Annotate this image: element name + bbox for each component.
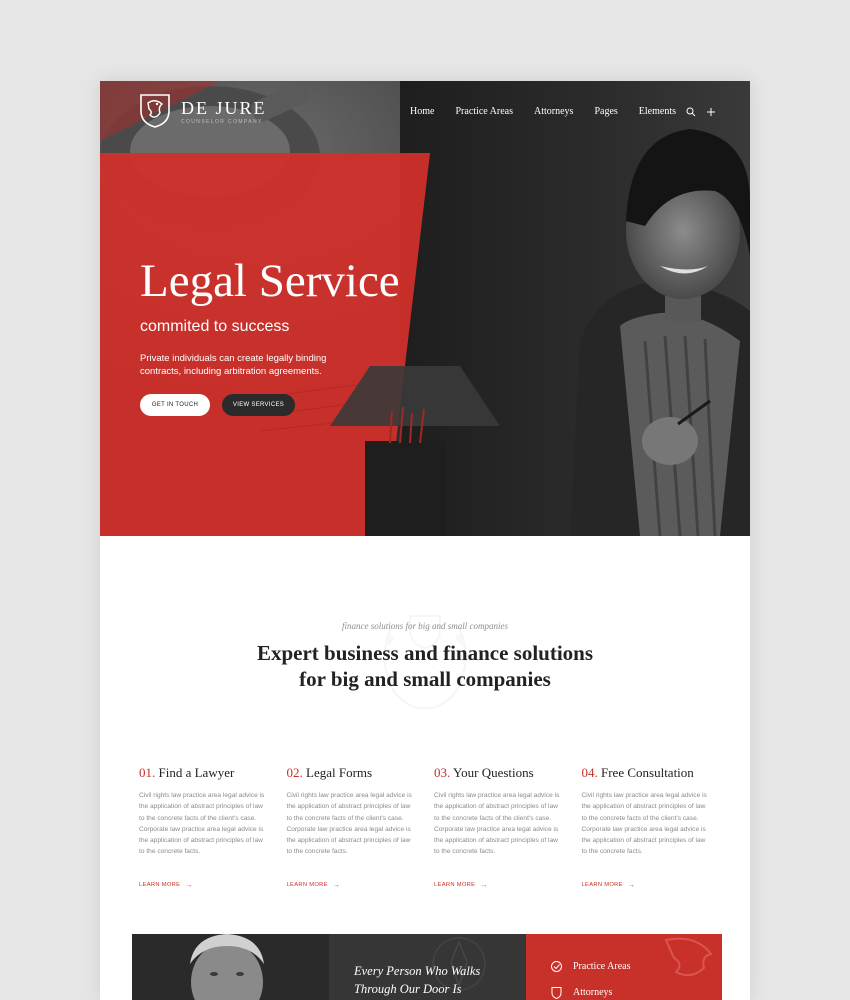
bottom-band: Every Person Who Walks Through Our Door … bbox=[132, 934, 722, 1000]
quick-links-panel: Practice Areas Attorneys bbox=[526, 934, 722, 1000]
learn-more-link[interactable]: LEARN MORE → bbox=[139, 882, 287, 889]
feature-number: 03. bbox=[434, 765, 451, 780]
learn-more-label: LEARN MORE bbox=[581, 882, 623, 889]
feature-text: Civil rights law practice area legal adv… bbox=[434, 792, 560, 856]
learn-more-link[interactable]: LEARN MORE → bbox=[582, 882, 730, 889]
quote-panel: Every Person Who Walks Through Our Door … bbox=[329, 934, 526, 1000]
arrow-right-icon: → bbox=[332, 881, 341, 889]
feature-title: Legal Forms bbox=[306, 765, 373, 780]
quote-text: Every Person Who Walks Through Our Door … bbox=[354, 962, 480, 998]
feature-number: 04. bbox=[581, 765, 598, 780]
nav-item-practice-areas[interactable]: Practice Areas bbox=[456, 106, 513, 117]
feature-card: 01. Find a Lawyer Civil rights law pract… bbox=[139, 765, 287, 889]
feature-heading: 04. Free Consultation bbox=[582, 765, 730, 781]
nav-item-pages[interactable]: Pages bbox=[594, 106, 617, 117]
feature-card: 03. Your Questions Civil rights law prac… bbox=[434, 765, 582, 889]
learn-more-link[interactable]: LEARN MORE → bbox=[434, 882, 582, 889]
feature-heading: 02. Legal Forms bbox=[287, 765, 435, 781]
intro-title-line-1: Expert business and finance solutions bbox=[256, 641, 594, 665]
attorney-photo bbox=[132, 934, 329, 1000]
arrow-right-icon: → bbox=[480, 881, 488, 889]
learn-more-link[interactable]: LEARN MORE → bbox=[287, 882, 435, 889]
learn-more-label: LEARN MORE bbox=[434, 882, 476, 889]
feature-text: Civil rights law practice area legal adv… bbox=[581, 792, 707, 856]
get-in-touch-button[interactable]: GET IN TOUCH bbox=[140, 394, 210, 416]
quick-link-practice-areas[interactable]: Practice Areas bbox=[550, 960, 630, 973]
quick-link-label: Attorneys bbox=[573, 987, 613, 998]
hero-buttons: GET IN TOUCH VIEW SERVICES bbox=[140, 394, 460, 416]
feature-card: 04. Free Consultation Civil rights law p… bbox=[582, 765, 730, 889]
brand-tagline: COUNSELOR COMPANY bbox=[181, 118, 263, 125]
feature-title: Your Questions bbox=[453, 765, 534, 780]
feature-title: Free Consultation bbox=[601, 765, 694, 780]
nav-item-home[interactable]: Home bbox=[410, 106, 434, 117]
arrow-right-icon: → bbox=[627, 881, 636, 889]
website-preview: DE JURE COUNSELOR COMPANY Home Practice … bbox=[100, 81, 750, 1000]
feature-text: Civil rights law practice area legal adv… bbox=[286, 792, 412, 856]
plus-icon[interactable] bbox=[706, 107, 716, 117]
learn-more-label: LEARN MORE bbox=[286, 882, 328, 889]
nav-item-elements[interactable]: Elements bbox=[639, 106, 676, 117]
attorney-portrait-image bbox=[132, 934, 329, 1000]
brand-text: DE JURE COUNSELOR COMPANY bbox=[181, 98, 267, 125]
hero-content: Legal Service commited to success Privat… bbox=[140, 253, 460, 416]
shield-icon bbox=[551, 987, 562, 999]
quote-line-2: Through Our Door Is bbox=[354, 982, 462, 996]
feature-card: 02. Legal Forms Civil rights law practic… bbox=[287, 765, 435, 889]
quote-line-1: Every Person Who Walks bbox=[354, 964, 481, 978]
hero-subtitle: commited to success bbox=[140, 318, 290, 335]
nav-menu: Home Practice Areas Attorneys Pages Elem… bbox=[389, 106, 716, 117]
hero-section: DE JURE COUNSELOR COMPANY Home Practice … bbox=[100, 81, 750, 536]
hero-title: Legal Service bbox=[140, 255, 400, 307]
laurel-icon bbox=[551, 961, 562, 972]
hero-description: Private individuals can create legally b… bbox=[140, 353, 327, 377]
quick-link-attorneys[interactable]: Attorneys bbox=[550, 986, 612, 999]
brand-logo[interactable]: DE JURE COUNSELOR COMPANY bbox=[138, 93, 267, 129]
quick-link-label: Practice Areas bbox=[573, 961, 631, 972]
arrow-right-icon: → bbox=[185, 881, 193, 889]
feature-number: 01. bbox=[139, 765, 156, 780]
feature-title: Find a Lawyer bbox=[158, 765, 235, 780]
intro-title-line-2: for big and small companies bbox=[299, 667, 551, 691]
search-icon[interactable] bbox=[686, 107, 696, 117]
feature-number: 02. bbox=[286, 765, 303, 780]
intro-kicker: finance solutions for big and small comp… bbox=[342, 621, 508, 631]
learn-more-label: LEARN MORE bbox=[139, 882, 181, 889]
features-row: 01. Find a Lawyer Civil rights law pract… bbox=[139, 765, 729, 889]
view-services-button[interactable]: VIEW SERVICES bbox=[222, 394, 295, 416]
feature-heading: 03. Your Questions bbox=[434, 765, 582, 781]
nav-item-attorneys[interactable]: Attorneys bbox=[534, 106, 573, 117]
main-navigation: DE JURE COUNSELOR COMPANY Home Practice … bbox=[100, 81, 750, 143]
intro-title: Expert business and finance solutions fo… bbox=[100, 640, 750, 692]
brand-name: DE JURE bbox=[181, 97, 267, 118]
intro-section: finance solutions for big and small comp… bbox=[100, 536, 750, 768]
feature-heading: 01. Find a Lawyer bbox=[139, 765, 287, 781]
lion-crest-icon bbox=[140, 94, 170, 128]
feature-text: Civil rights law practice area legal adv… bbox=[139, 792, 265, 856]
